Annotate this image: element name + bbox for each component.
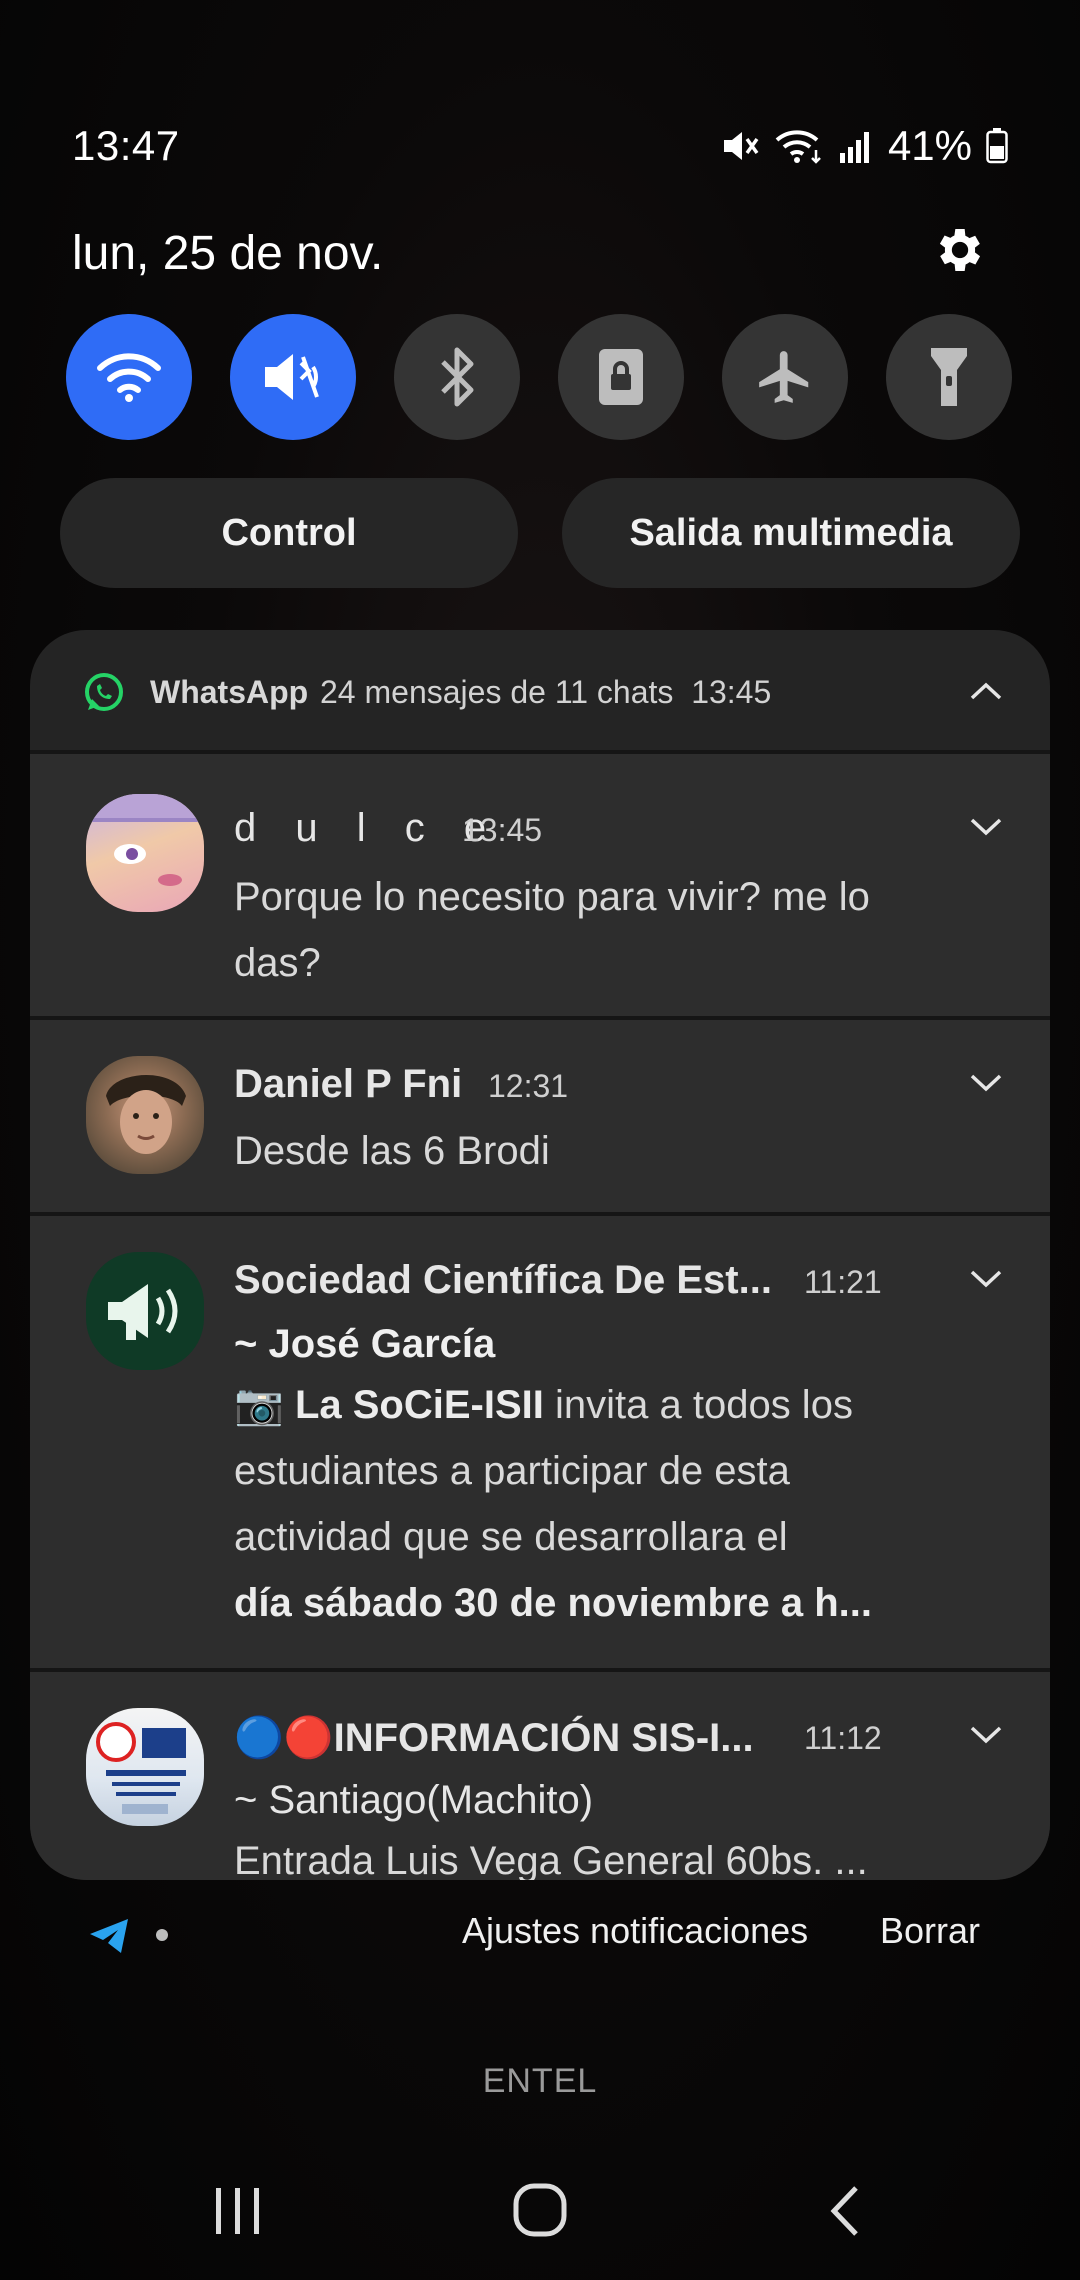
chevron-down-icon[interactable] — [968, 1268, 1004, 1290]
circle-emojis: 🔵🔴 — [234, 1716, 334, 1760]
message-time: 11:12 — [804, 1720, 882, 1756]
group-member-name: ~ José García — [234, 1322, 496, 1366]
toggle-wifi[interactable] — [66, 314, 192, 440]
status-time: 13:47 — [72, 122, 180, 169]
message-bold-text: día sábado 30 de noviembre a h... — [234, 1581, 872, 1625]
avatar — [86, 794, 204, 912]
flashlight-icon — [931, 348, 967, 406]
mute-icon — [720, 128, 760, 164]
screen-lock-icon — [599, 349, 643, 405]
message-text: Desde las 6 Brodi — [234, 1129, 550, 1173]
telegram-icon — [90, 1919, 128, 1953]
clear-button[interactable]: Borrar — [880, 1910, 980, 1952]
notification-item[interactable]: d u l c e 13:45 Porque lo necesito para … — [30, 750, 1050, 1016]
toggle-airplane[interactable] — [722, 314, 848, 440]
message-text: Entrada Luis Vega General 60bs. ... — [234, 1839, 868, 1880]
sender-name: Daniel P Fni — [234, 1062, 463, 1106]
sender-name: 🔵🔴INFORMACIÓN SIS-I... — [234, 1716, 754, 1760]
group-summary: 24 mensajes de 11 chats 13:45 — [320, 674, 772, 710]
recent-apps-icon[interactable] — [210, 2186, 266, 2236]
sender-name: Sociedad Científica De Est... — [234, 1258, 772, 1302]
status-icons: 41% — [720, 122, 1008, 170]
whatsapp-icon — [85, 673, 123, 711]
navigation-bar — [0, 2160, 1080, 2260]
avatar — [86, 1708, 204, 1826]
chevron-up-icon[interactable] — [968, 680, 1004, 702]
avatar — [86, 1252, 204, 1370]
message-time: 13:45 — [462, 812, 543, 848]
message-time: 11:21 — [804, 1264, 882, 1300]
toggle-flashlight[interactable] — [886, 314, 1012, 440]
toggle-sound[interactable] — [230, 314, 356, 440]
back-icon[interactable] — [826, 2184, 866, 2238]
sound-muted-icon — [265, 354, 319, 400]
more-apps-dot — [156, 1929, 168, 1941]
message-time: 12:31 — [488, 1068, 569, 1104]
airplane-icon — [759, 351, 809, 403]
sender-name: d u l c e — [234, 806, 501, 850]
message-text: 📷 La SoCiE-ISII invita a todos los estud… — [234, 1372, 924, 1636]
group-member-name: ~ Santiago(Machito) — [234, 1778, 594, 1822]
chevron-down-icon[interactable] — [968, 816, 1004, 838]
home-icon[interactable] — [512, 2182, 568, 2238]
battery-icon — [986, 128, 1008, 164]
control-button[interactable]: Control — [60, 478, 518, 588]
notification-group-header[interactable]: WhatsApp 24 mensajes de 11 chats 13:45 — [30, 630, 1050, 750]
app-name: WhatsApp — [150, 674, 309, 710]
notification-item[interactable]: 🔵🔴INFORMACIÓN SIS-I... 11:12 ~ Santiago(… — [30, 1668, 1050, 1880]
battery-percentage: 41% — [887, 122, 972, 169]
toggle-screen-lock[interactable] — [558, 314, 684, 440]
notification-shade: 13:47 41% lun, 25 de nov. Control Salida… — [0, 0, 1080, 2280]
chevron-down-icon[interactable] — [968, 1072, 1004, 1094]
settings-button[interactable] — [932, 222, 988, 278]
date: lun, 25 de nov. — [72, 227, 384, 280]
quick-toggles — [66, 314, 1012, 440]
avatar — [86, 1056, 204, 1174]
media-output-button[interactable]: Salida multimedia — [562, 478, 1020, 588]
notification-settings-button[interactable]: Ajustes notificaciones — [462, 1910, 808, 1952]
wifi-status-icon — [774, 128, 824, 164]
wifi-icon — [97, 353, 161, 402]
camera-emoji: 📷 — [234, 1383, 284, 1427]
message-bold-text: La SoCiE-ISII — [294, 1383, 544, 1427]
notification-item[interactable]: Sociedad Científica De Est... 11:21 ~ Jo… — [30, 1212, 1050, 1668]
carrier-label: ENTEL — [482, 2062, 598, 2100]
bluetooth-icon — [441, 347, 474, 407]
toggle-bluetooth[interactable] — [394, 314, 520, 440]
whatsapp-notification-group: WhatsApp 24 mensajes de 11 chats 13:45 d… — [30, 630, 1050, 1880]
notification-item[interactable]: Daniel P Fni 12:31 Desde las 6 Brodi — [30, 1016, 1050, 1212]
message-text: Porque lo necesito para vivir? me lo das… — [234, 875, 870, 985]
signal-icon — [838, 129, 874, 163]
gear-icon — [939, 229, 981, 271]
chevron-down-icon[interactable] — [968, 1724, 1004, 1746]
